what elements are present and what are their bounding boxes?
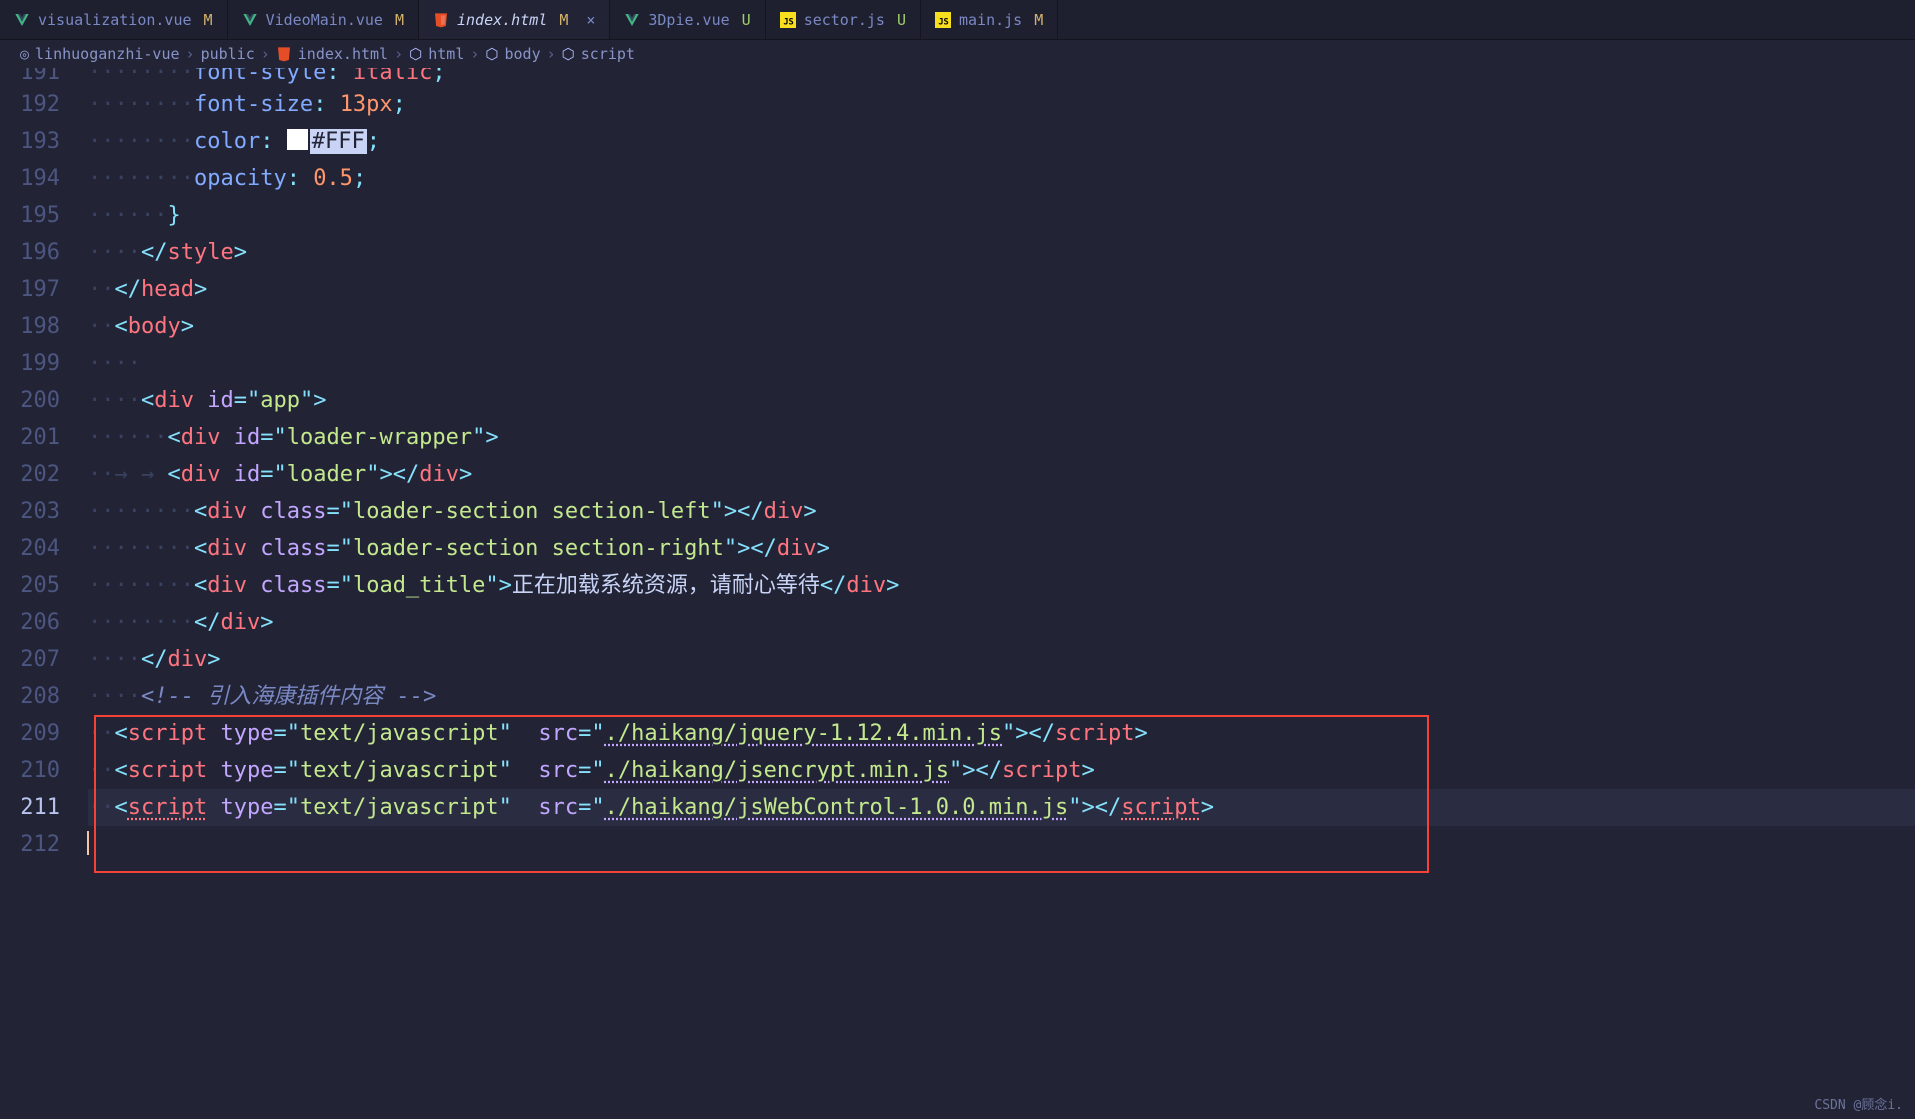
tab-status: M xyxy=(204,11,213,29)
tab-label: sector.js xyxy=(804,11,885,29)
crumb-body[interactable]: body xyxy=(505,45,541,63)
tab-status: M xyxy=(559,11,568,29)
cube-icon: ⬡ xyxy=(485,45,498,63)
js-icon: JS xyxy=(780,12,796,28)
vue-icon xyxy=(14,12,30,28)
crumb-file[interactable]: index.html xyxy=(298,45,388,63)
cube-icon: ⬡ xyxy=(409,45,422,63)
watermark: CSDN @顾念i. xyxy=(1814,1094,1903,1113)
crumb-script[interactable]: script xyxy=(581,45,635,63)
tab-status: U xyxy=(897,11,906,29)
tab-label: main.js xyxy=(959,11,1022,29)
target-icon: ◎ xyxy=(20,45,29,63)
vue-icon xyxy=(624,12,640,28)
svg-text:JS: JS xyxy=(938,17,948,27)
editor-tabs: visualization.vue M VideoMain.vue M inde… xyxy=(0,0,1915,40)
code-area[interactable]: ········font-style: italic; ········font… xyxy=(88,68,1915,1119)
tab-label: 3Dpie.vue xyxy=(648,11,729,29)
text-cursor xyxy=(87,831,89,855)
editor-main: 191 192193194 195196197 198199200 201202… xyxy=(0,68,1915,1119)
tab-status: U xyxy=(742,11,751,29)
crumb-html[interactable]: html xyxy=(428,45,464,63)
js-icon: JS xyxy=(935,12,951,28)
cube-icon: ⬡ xyxy=(562,45,575,63)
close-icon[interactable]: × xyxy=(586,11,595,29)
html-icon xyxy=(276,46,292,62)
breadcrumb: ◎ linhuoganzhi-vue › public › index.html… xyxy=(0,40,1915,68)
color-swatch xyxy=(287,129,308,150)
tab-videomain[interactable]: VideoMain.vue M xyxy=(228,0,419,39)
tab-main-js[interactable]: JS main.js M xyxy=(921,0,1058,39)
crumb-root[interactable]: linhuoganzhi-vue xyxy=(35,45,180,63)
tab-label: visualization.vue xyxy=(38,11,192,29)
tab-sector-js[interactable]: JS sector.js U xyxy=(766,0,921,39)
tab-status: M xyxy=(1034,11,1043,29)
svg-text:JS: JS xyxy=(783,17,793,27)
vue-icon xyxy=(242,12,258,28)
tab-visualization[interactable]: visualization.vue M xyxy=(0,0,228,39)
tab-label: index.html xyxy=(457,11,547,29)
line-gutter: 191 192193194 195196197 198199200 201202… xyxy=(0,68,88,1119)
html-icon xyxy=(433,12,449,28)
tab-3dpie[interactable]: 3Dpie.vue U xyxy=(610,0,765,39)
tab-status: M xyxy=(395,11,404,29)
tab-label: VideoMain.vue xyxy=(266,11,383,29)
tab-index-html[interactable]: index.html M × xyxy=(419,0,610,39)
crumb-folder[interactable]: public xyxy=(201,45,255,63)
